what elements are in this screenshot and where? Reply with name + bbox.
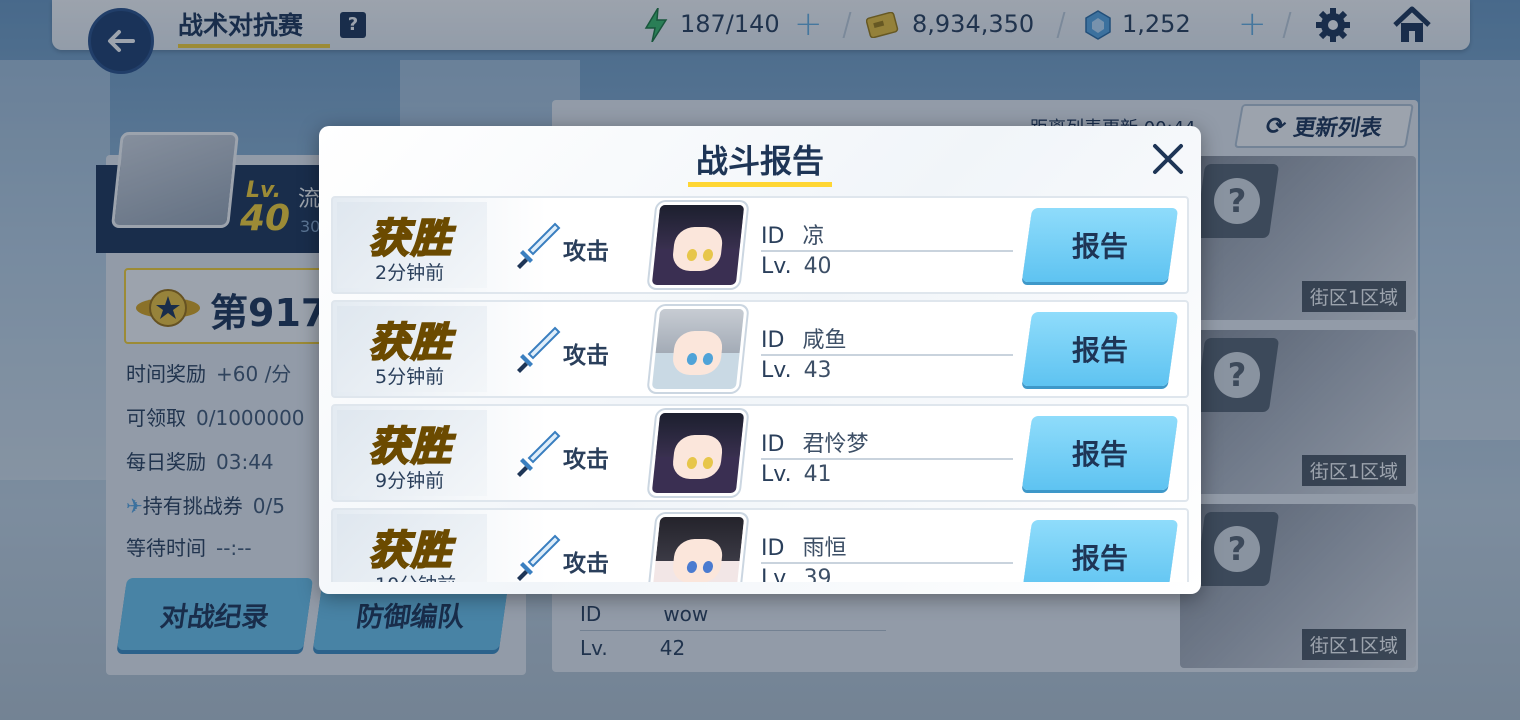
time-ago: 2分钟前: [375, 262, 445, 284]
lv-label: Lv.: [761, 358, 792, 383]
title-underline: [688, 182, 832, 187]
opponent-name: 凉: [802, 224, 825, 249]
divider: [761, 250, 1013, 252]
opponent-name: 咸鱼: [802, 328, 847, 353]
time-ago: 5分钟前: [375, 366, 445, 388]
portrait-face: [671, 331, 724, 376]
opponent-id: ID 咸鱼: [761, 322, 846, 354]
portrait-eye: [701, 353, 714, 366]
opponent-level: Lv. 39: [761, 566, 832, 582]
portrait-face: [671, 435, 724, 480]
close-icon[interactable]: [1149, 140, 1187, 178]
lv-label: Lv.: [761, 566, 792, 582]
report-button-label: 报告: [1071, 334, 1128, 367]
portrait-face: [671, 539, 724, 582]
result-text: 获胜: [368, 319, 453, 367]
lv-value: 39: [803, 566, 832, 582]
lv-label: Lv.: [761, 462, 792, 487]
sword-icon: [517, 534, 561, 581]
opponent-level: Lv. 43: [761, 358, 832, 383]
portrait-face: [671, 227, 724, 272]
sword-icon: [517, 430, 561, 477]
time-ago: 9分钟前: [375, 470, 445, 492]
attack-label: 攻击: [563, 551, 609, 577]
opponent-name: 雨恒: [802, 536, 847, 561]
id-label: ID: [761, 328, 785, 353]
portrait-eye: [701, 249, 714, 262]
result-text: 获胜: [368, 215, 453, 263]
divider: [761, 458, 1013, 460]
sword-icon: [517, 222, 561, 269]
opponent-portrait: [648, 410, 748, 496]
report-row: 获胜 9分钟前 攻击 ID 君怜梦 Lv. 41 报告: [331, 404, 1189, 502]
portrait-eye: [685, 561, 698, 574]
portrait-eye: [685, 353, 698, 366]
sword-icon: [517, 326, 561, 373]
opponent-id: ID 凉: [761, 218, 824, 250]
id-label: ID: [761, 224, 785, 249]
lv-value: 40: [803, 254, 832, 279]
opponent-portrait: [648, 514, 748, 582]
divider: [761, 562, 1013, 564]
report-row: 获胜 5分钟前 攻击 ID 咸鱼 Lv. 43 报告: [331, 300, 1189, 398]
time-ago: 10分钟前: [375, 570, 456, 582]
modal-title: 战斗报告: [695, 142, 824, 180]
report-row: 获胜 10分钟前 攻击 ID 雨恒 Lv. 39 报告: [331, 508, 1189, 582]
report-button-label: 报告: [1071, 542, 1128, 575]
opponent-level: Lv. 41: [761, 462, 832, 487]
report-row: 获胜 2分钟前 攻击 ID 凉 Lv. 40 报告: [331, 196, 1189, 294]
report-button-label: 报告: [1071, 230, 1128, 263]
divider: [761, 354, 1013, 356]
id-label: ID: [761, 432, 785, 457]
opponent-id: ID 雨恒: [761, 530, 846, 562]
report-button[interactable]: 报告: [1021, 312, 1179, 386]
portrait-eye: [685, 249, 698, 262]
lv-label: Lv.: [761, 254, 792, 279]
attack-label: 攻击: [563, 447, 609, 473]
lv-value: 43: [803, 358, 832, 383]
id-label: ID: [761, 536, 785, 561]
attack-label: 攻击: [563, 343, 609, 369]
result-text: 获胜: [368, 527, 453, 575]
portrait-eye: [685, 457, 698, 470]
report-button-label: 报告: [1071, 438, 1128, 471]
opponent-portrait: [648, 202, 748, 288]
report-button[interactable]: 报告: [1021, 208, 1179, 282]
attack-label: 攻击: [563, 239, 609, 265]
report-button[interactable]: 报告: [1021, 520, 1179, 582]
report-list[interactable]: 获胜 2分钟前 攻击 ID 凉 Lv. 40 报告 获胜 5分钟前 攻击 ID 咸鱼: [331, 196, 1189, 582]
battle-report-modal: 战斗报告 获胜 2分钟前 攻击 ID 凉 Lv. 40 报告 获胜 5分钟前 攻击: [319, 126, 1201, 594]
lv-value: 41: [803, 462, 832, 487]
result-text: 获胜: [368, 423, 453, 471]
opponent-level: Lv. 40: [761, 254, 832, 279]
portrait-eye: [701, 457, 714, 470]
opponent-portrait: [648, 306, 748, 392]
portrait-eye: [701, 561, 714, 574]
opponent-id: ID 君怜梦: [761, 426, 868, 458]
report-button[interactable]: 报告: [1021, 416, 1179, 490]
opponent-name: 君怜梦: [802, 432, 869, 457]
